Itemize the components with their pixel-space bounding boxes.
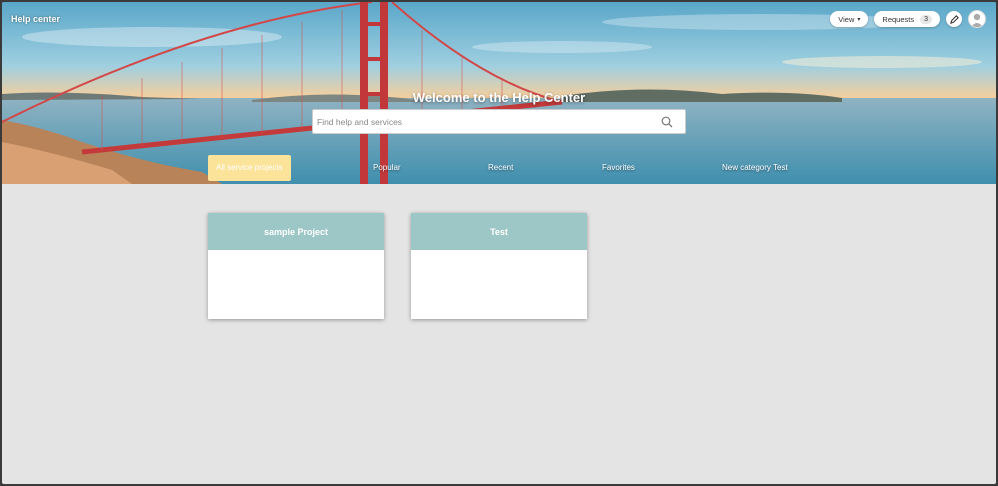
category-tabs: All service projects Popular Recent Favo… <box>2 155 996 181</box>
chevron-down-icon: ▾ <box>857 16 861 23</box>
requests-label: Requests <box>882 14 915 24</box>
pencil-icon <box>949 14 959 24</box>
search-input[interactable] <box>313 110 647 133</box>
search-box <box>312 109 686 134</box>
welcome-heading: Welcome to the Help Center <box>412 90 586 105</box>
view-dropdown-button[interactable]: View ▾ <box>830 11 869 27</box>
tab-all-service-projects[interactable]: All service projects <box>208 155 291 181</box>
requests-button[interactable]: Requests 3 <box>874 11 940 27</box>
tab-popular[interactable]: Popular <box>373 155 401 181</box>
help-center-window: Help center View ▾ Requests 3 Welcome to… <box>2 2 996 484</box>
tab-new-category-test[interactable]: New category Test <box>722 155 788 181</box>
user-avatar-button[interactable] <box>968 10 986 28</box>
view-label: View <box>838 14 855 24</box>
project-card-test[interactable]: Test <box>411 213 587 319</box>
project-card-sample-project[interactable]: sample Project <box>208 213 384 319</box>
help-center-brand-link[interactable]: Help center <box>11 14 60 24</box>
search-icon[interactable] <box>661 116 673 128</box>
requests-count-badge: 3 <box>920 14 932 24</box>
tab-recent[interactable]: Recent <box>488 155 513 181</box>
edit-button[interactable] <box>946 11 962 27</box>
project-card-title: Test <box>411 213 587 250</box>
hero-banner: Help center View ▾ Requests 3 Welcome to… <box>2 2 996 184</box>
project-card-title: sample Project <box>208 213 384 250</box>
tab-favorites[interactable]: Favorites <box>602 155 635 181</box>
user-avatar-icon <box>971 13 983 27</box>
top-actions: View ▾ Requests 3 <box>830 10 986 28</box>
